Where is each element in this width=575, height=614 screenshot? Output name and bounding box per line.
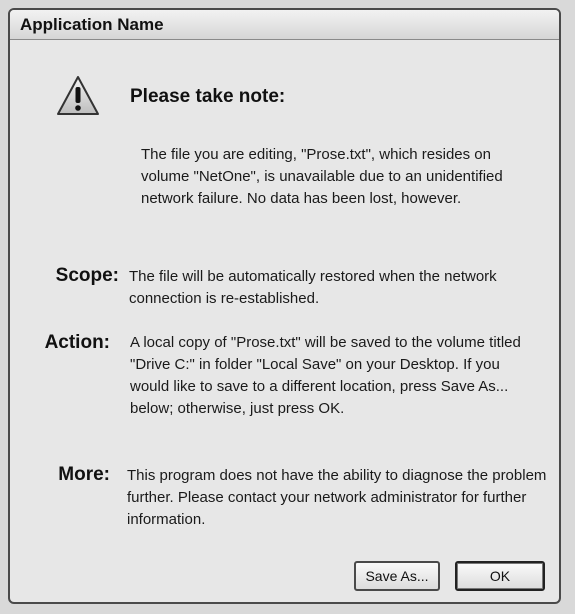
ok-button[interactable]: OK (455, 561, 545, 591)
dialog-window: Application Name Please take note: The f… (8, 8, 561, 604)
action-label: Action: (44, 332, 110, 353)
save-as-button[interactable]: Save As... (354, 561, 440, 591)
note-heading: Please take note: (130, 86, 286, 107)
scope-label: Scope: (55, 265, 119, 286)
more-label: More: (58, 464, 110, 485)
scope-text: The file will be automatically restored … (129, 268, 497, 307)
action-text: A local copy of "Prose.txt" will be save… (130, 334, 521, 417)
intro-text: The file you are editing, "Prose.txt", w… (141, 146, 503, 207)
warning-icon (57, 76, 99, 115)
window-title: Application Name (10, 10, 559, 40)
dialog-content: Please take note: The file you are editi… (10, 40, 559, 602)
more-text: This program does not have the ability t… (127, 467, 547, 528)
